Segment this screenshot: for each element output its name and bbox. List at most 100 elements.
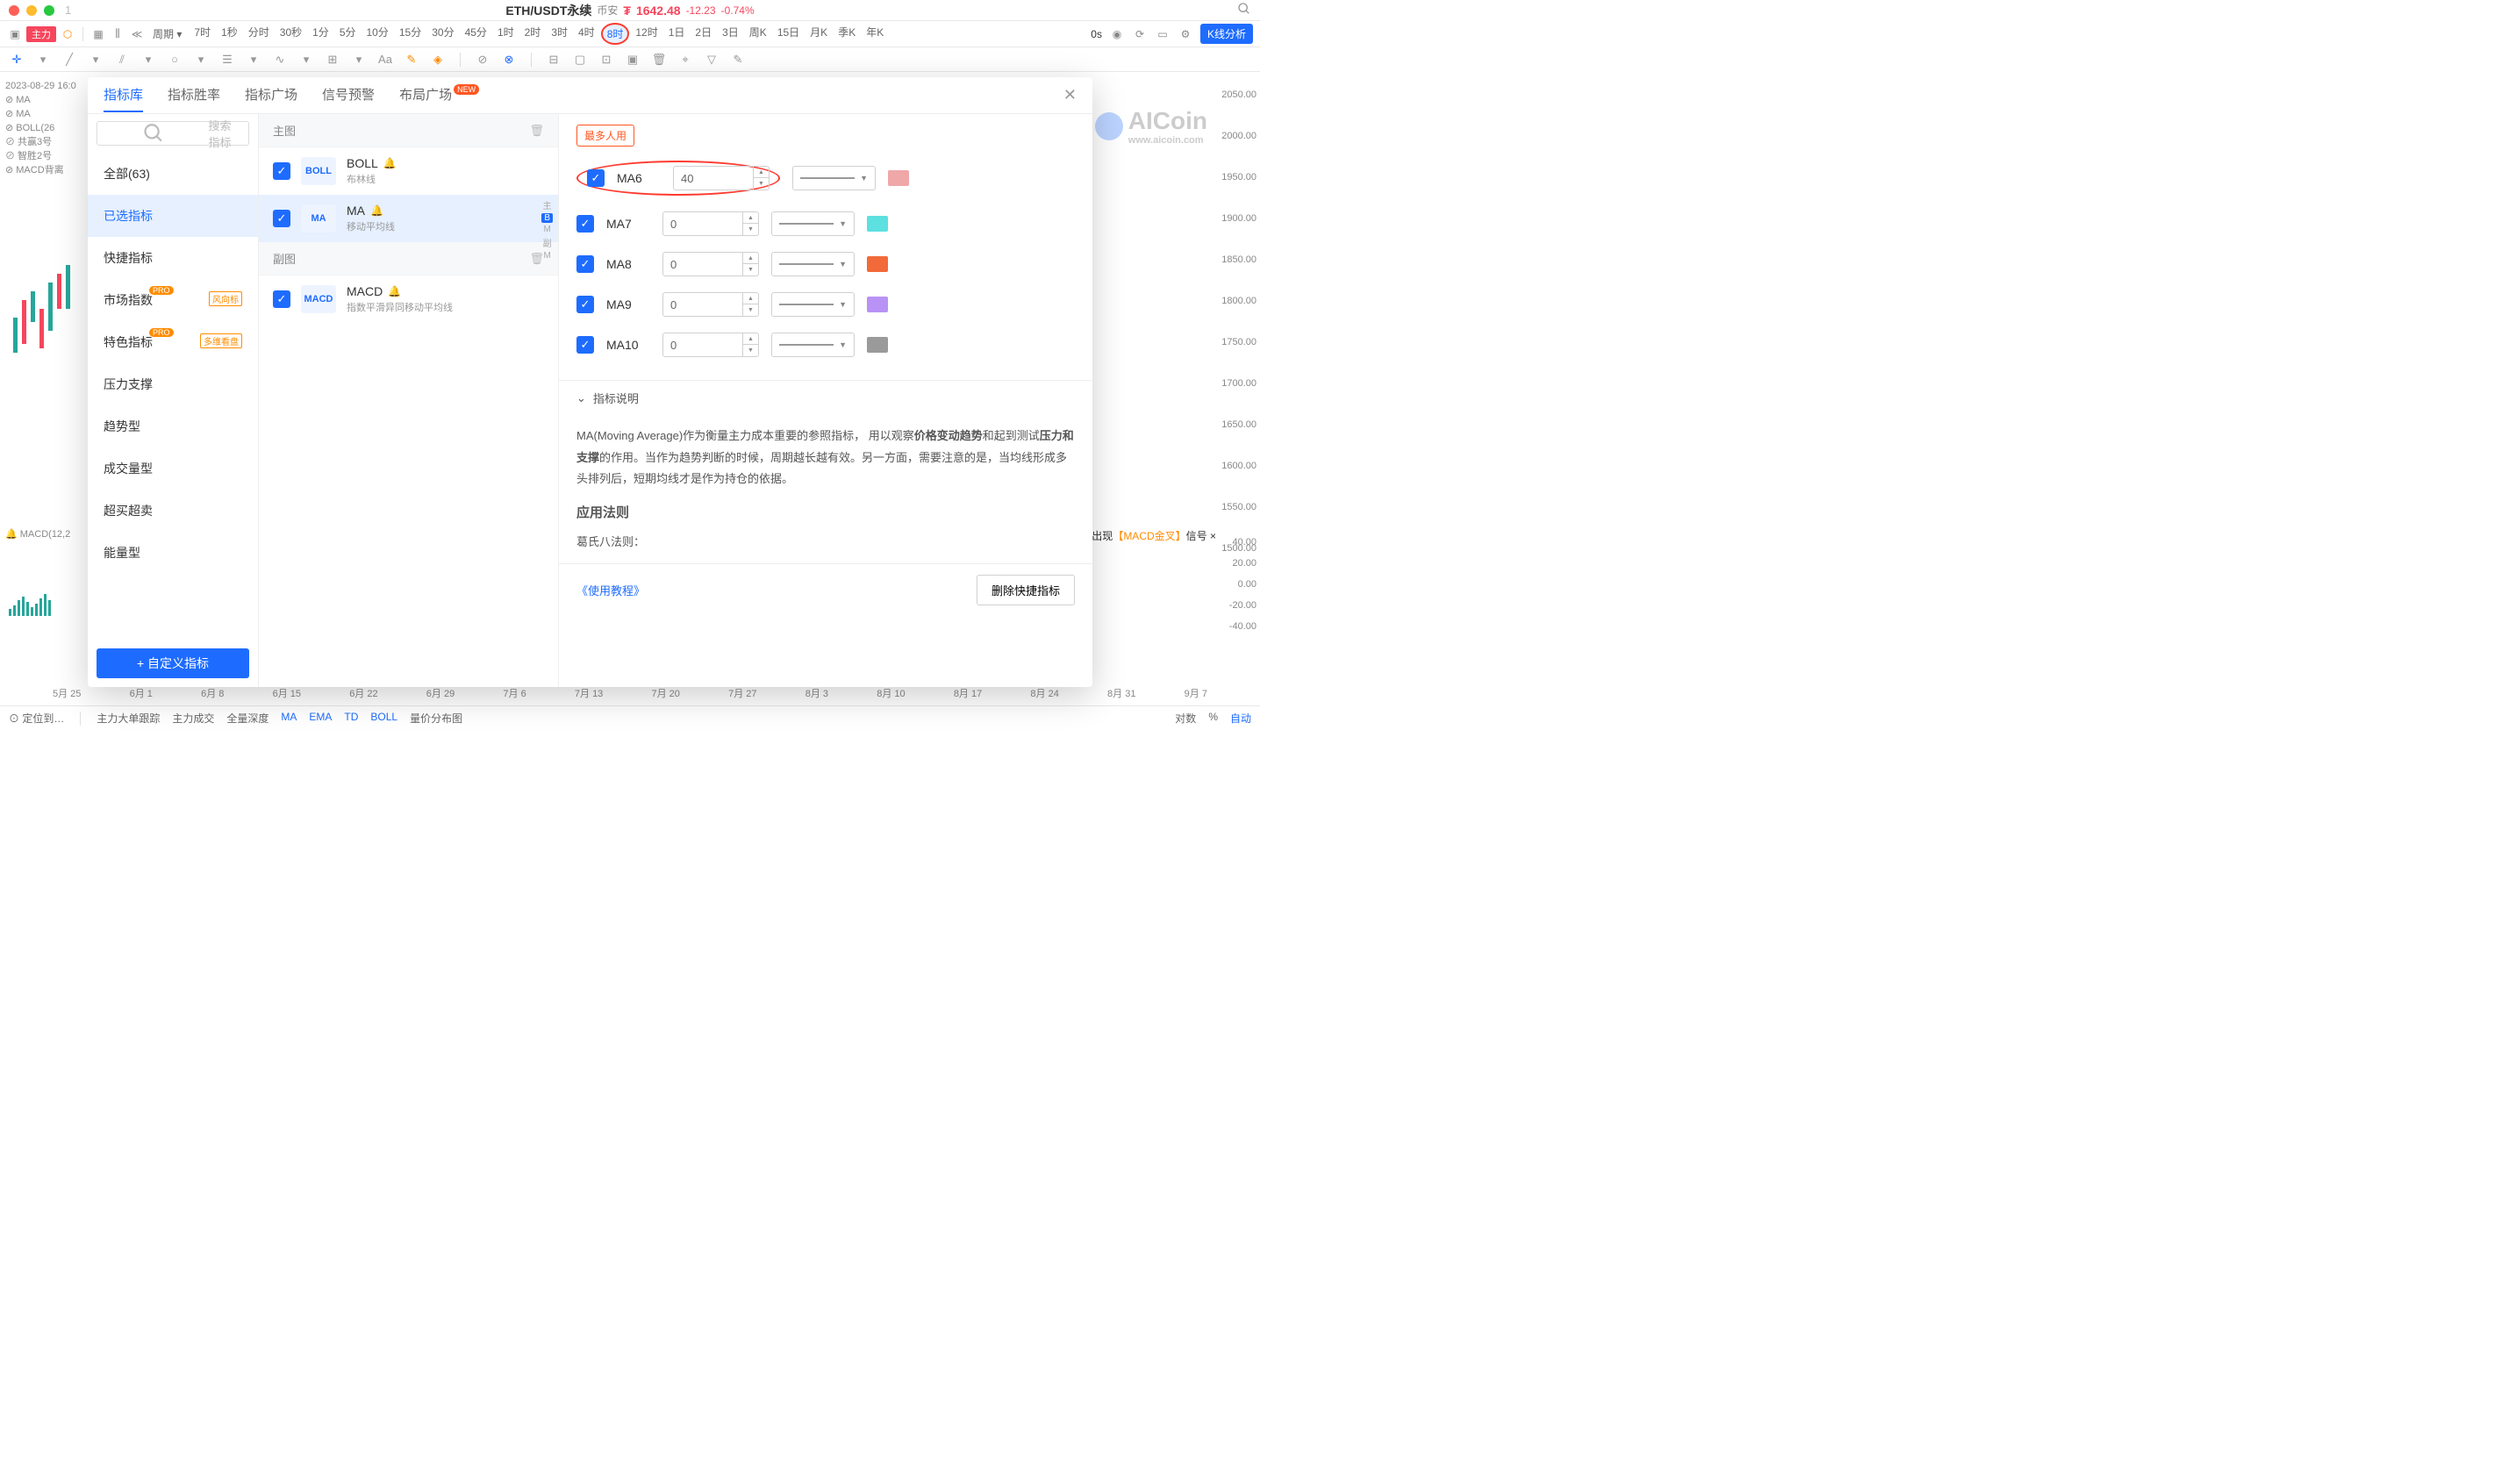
number-input[interactable]: 0▲▼: [662, 211, 759, 236]
timeframe-12时[interactable]: 12时: [631, 23, 662, 45]
main-contract-badge[interactable]: 主力: [26, 26, 56, 42]
chevron-down-icon[interactable]: ▾: [193, 52, 209, 68]
bottom-item-BOLL[interactable]: BOLL: [370, 711, 397, 726]
chevron-down-icon[interactable]: ▾: [35, 52, 51, 68]
bell-icon[interactable]: 🔔: [370, 204, 383, 217]
visible-indicator[interactable]: ⊘ MA: [5, 107, 76, 121]
modal-tab-信号预警[interactable]: 信号预警: [322, 78, 375, 112]
text-icon[interactable]: Aa: [377, 52, 393, 68]
checkbox-icon[interactable]: ✓: [273, 162, 290, 180]
timeframe-1日[interactable]: 1日: [664, 23, 690, 45]
pin-icon[interactable]: ⌖: [677, 52, 693, 68]
ruler-icon[interactable]: ⊟: [546, 52, 562, 68]
timeframe-1秒[interactable]: 1秒: [217, 23, 242, 45]
timeframe-45分[interactable]: 45分: [461, 23, 491, 45]
box-icon[interactable]: ▢: [572, 52, 588, 68]
line-style-select[interactable]: ▼: [771, 292, 855, 317]
checkbox-icon[interactable]: ✓: [576, 215, 594, 233]
line-style-select[interactable]: ▼: [792, 166, 876, 190]
bottom-item-TD[interactable]: TD: [344, 711, 358, 726]
close-window-icon[interactable]: [9, 5, 19, 16]
step-up-icon[interactable]: ▲: [743, 253, 758, 264]
bottom-item-全量深度[interactable]: 全量深度: [226, 711, 268, 726]
timeframe-3时[interactable]: 3时: [547, 23, 572, 45]
timeframe-15日[interactable]: 15日: [773, 23, 804, 45]
timeframe-月K[interactable]: 月K: [805, 23, 832, 45]
visible-indicator[interactable]: ⊘ MACD背离: [5, 163, 76, 177]
modal-tab-布局广场[interactable]: 布局广场NEW: [399, 78, 479, 112]
window-icon[interactable]: ▭: [1155, 26, 1171, 42]
step-down-icon[interactable]: ▼: [743, 224, 758, 235]
close-modal-button[interactable]: ✕: [1063, 86, 1077, 104]
locate-button[interactable]: ⊙ 定位到…: [9, 711, 64, 726]
bell-icon[interactable]: 🔔: [388, 285, 401, 297]
indicator-row-MACD[interactable]: ✓MACDMACD🔔指数平滑异同移动平均线: [259, 276, 558, 323]
timeframe-4时[interactable]: 4时: [574, 23, 599, 45]
category-趋势型[interactable]: 趋势型: [88, 405, 258, 447]
timeframe-周K[interactable]: 周K: [745, 23, 771, 45]
timeframe-7时[interactable]: 7时: [190, 23, 215, 45]
category-压力支撑[interactable]: 压力支撑: [88, 363, 258, 405]
color-swatch[interactable]: [867, 256, 888, 272]
visible-indicator[interactable]: ⊘ 共赢3号: [5, 135, 76, 149]
number-input[interactable]: 0▲▼: [662, 252, 759, 276]
rewind-icon[interactable]: ≪: [129, 26, 145, 42]
timeframe-30分[interactable]: 30分: [427, 23, 458, 45]
kline-analysis-button[interactable]: K线分析: [1200, 24, 1253, 44]
category-市场指数[interactable]: 市场指数PRO风向标: [88, 279, 258, 321]
period-dropdown[interactable]: 周期 ▾: [148, 25, 186, 43]
magnet-icon[interactable]: ⊘: [475, 52, 490, 68]
delete-section-icon[interactable]: 🗑: [529, 124, 544, 138]
number-input[interactable]: 0▲▼: [662, 292, 759, 317]
timeframe-2时[interactable]: 2时: [520, 23, 546, 45]
timeframe-10分[interactable]: 10分: [362, 23, 393, 45]
checkbox-icon[interactable]: ✓: [587, 169, 605, 187]
timeframe-分时[interactable]: 分时: [244, 23, 274, 45]
step-up-icon[interactable]: ▲: [743, 293, 758, 304]
number-input[interactable]: 0▲▼: [662, 333, 759, 357]
note-icon[interactable]: ✎: [730, 52, 746, 68]
brush-icon[interactable]: ✎: [404, 52, 419, 68]
minimize-window-icon[interactable]: [26, 5, 37, 16]
color-swatch[interactable]: [867, 297, 888, 312]
timeframe-8时[interactable]: 8时: [601, 23, 630, 45]
chevron-down-icon[interactable]: ▾: [298, 52, 314, 68]
delete-shortcut-button[interactable]: 删除快捷指标: [977, 575, 1075, 605]
chevron-down-icon[interactable]: ▾: [246, 52, 261, 68]
timeframe-2日[interactable]: 2日: [691, 23, 716, 45]
line-style-select[interactable]: ▼: [771, 252, 855, 276]
tutorial-link[interactable]: 《使用教程》: [576, 582, 645, 598]
step-down-icon[interactable]: ▼: [754, 178, 769, 190]
checkbox-icon[interactable]: ✓: [273, 210, 290, 227]
line-icon[interactable]: ╱: [61, 52, 77, 68]
bottom-item-量价分布图[interactable]: 量价分布图: [410, 711, 462, 726]
chevron-down-icon[interactable]: ▾: [351, 52, 367, 68]
checkbox-icon[interactable]: ✓: [576, 255, 594, 273]
eraser-icon[interactable]: ◈: [430, 52, 446, 68]
line-style-select[interactable]: ▼: [771, 211, 855, 236]
color-swatch[interactable]: [867, 337, 888, 353]
checkbox-icon[interactable]: ✓: [576, 336, 594, 354]
category-超买超卖[interactable]: 超买超卖: [88, 490, 258, 532]
indicator-row-MA[interactable]: ✓MAMA🔔移动平均线主BM副M: [259, 195, 558, 242]
visible-indicator[interactable]: ⊘ BOLL(26: [5, 121, 76, 135]
category-已选指标[interactable]: 已选指标: [88, 195, 258, 237]
visible-indicator[interactable]: ⊘ MA: [5, 93, 76, 107]
color-swatch[interactable]: [888, 170, 909, 186]
category-特色指标[interactable]: 特色指标PRO多维看盘: [88, 321, 258, 363]
category-快捷指标[interactable]: 快捷指标: [88, 237, 258, 279]
search-icon[interactable]: [1237, 2, 1251, 19]
bottom-item-MA[interactable]: MA: [281, 711, 297, 726]
refresh-icon[interactable]: ⟳: [1132, 26, 1148, 42]
category-能量型[interactable]: 能量型: [88, 532, 258, 574]
filter-icon[interactable]: ▽: [704, 52, 719, 68]
bottom-item-EMA[interactable]: EMA: [309, 711, 332, 726]
modal-tab-指标库[interactable]: 指标库: [104, 78, 143, 112]
indicator-row-BOLL[interactable]: ✓BOLLBOLL🔔布林线: [259, 147, 558, 195]
step-down-icon[interactable]: ▼: [743, 264, 758, 276]
timeframe-季K[interactable]: 季K: [834, 23, 860, 45]
step-up-icon[interactable]: ▲: [743, 333, 758, 345]
bell-icon[interactable]: 🔔: [383, 157, 397, 169]
color-swatch[interactable]: [867, 216, 888, 232]
layers-icon[interactable]: ▣: [625, 52, 641, 68]
